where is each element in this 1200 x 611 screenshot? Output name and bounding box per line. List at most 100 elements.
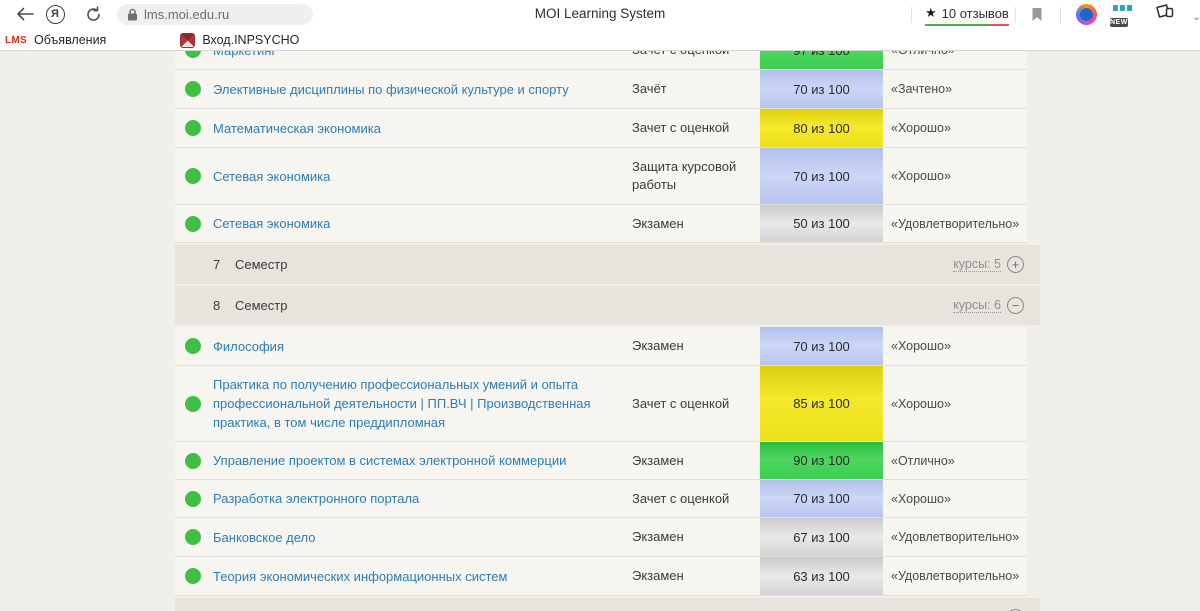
- bookmark-item-inpsycho[interactable]: Вход.INPSYCHO: [174, 29, 305, 51]
- dot-cell: [175, 396, 213, 412]
- exam-type: Экзамен: [632, 337, 760, 355]
- reviews-count: 10 отзывов: [942, 6, 1009, 21]
- courses-count-link[interactable]: курсы: 5: [953, 257, 1001, 272]
- back-button[interactable]: [14, 3, 36, 25]
- lms-page-content: Маркетинг Зачет с оценкой 97 из 100 «Отл…: [0, 51, 1200, 611]
- course-link[interactable]: Управление проектом в системах электронн…: [213, 451, 632, 470]
- course-row: Маркетинг Зачет с оценкой 97 из 100 «Отл…: [175, 51, 1027, 70]
- dot-cell: [175, 51, 213, 58]
- grade-text: «Отлично»: [891, 454, 1027, 468]
- course-link[interactable]: Сетевая экономика: [213, 167, 632, 186]
- yandex-home-button[interactable]: Я: [44, 3, 66, 25]
- extension-new-icon[interactable]: NEW: [1110, 4, 1134, 26]
- semester-row: 9 Семестр (текущий) +: [175, 598, 1040, 611]
- course-link[interactable]: Сетевая экономика: [213, 214, 632, 233]
- course-row: Философия Экзамен 70 из 100 «Хорошо»: [175, 327, 1027, 366]
- site-rating[interactable]: ★ 10 отзывов: [925, 5, 1009, 26]
- grade-text: «Хорошо»: [891, 397, 1027, 411]
- bookmark-flag-button[interactable]: [1026, 3, 1048, 25]
- url-text: lms.moi.edu.ru: [144, 7, 229, 22]
- score-cell: 90 из 100: [760, 442, 883, 479]
- dot-cell: [175, 568, 213, 584]
- bookmark-label: Вход.INPSYCHO: [202, 33, 299, 47]
- course-link[interactable]: Банковское дело: [213, 528, 632, 547]
- new-badge: NEW: [1110, 18, 1128, 27]
- status-dot-icon: [185, 168, 201, 184]
- course-link[interactable]: Философия: [213, 337, 632, 356]
- course-link[interactable]: Математическая экономика: [213, 119, 632, 138]
- status-dot-icon: [185, 396, 201, 412]
- exam-type: Зачёт: [632, 80, 760, 98]
- browser-chrome: Я lms.moi.edu.ru MOI Learning System ★ 1…: [0, 0, 1200, 51]
- grade-text: «Зачтено»: [891, 82, 1027, 96]
- toolbar-divider: [1015, 7, 1016, 23]
- score-cell: 97 из 100: [760, 51, 883, 69]
- status-dot-icon: [185, 338, 201, 354]
- lock-icon: [127, 8, 138, 21]
- course-row: Математическая экономика Зачет с оценкой…: [175, 109, 1027, 148]
- grade-text: «Хорошо»: [891, 339, 1027, 353]
- course-link[interactable]: Элективные дисциплины по физической куль…: [213, 80, 632, 99]
- collections-glove-icon[interactable]: [1152, 3, 1176, 30]
- dot-cell: [175, 453, 213, 469]
- dot-cell: [175, 120, 213, 136]
- course-link[interactable]: Практика по получению профессиональных у…: [213, 375, 632, 432]
- exam-type: Зачет с оценкой: [632, 395, 760, 413]
- grade-text: «Хорошо»: [891, 121, 1027, 135]
- address-bar[interactable]: lms.moi.edu.ru: [117, 4, 313, 25]
- course-row: Сетевая экономика Экзамен 50 из 100 «Удо…: [175, 205, 1027, 243]
- score-cell: 63 из 100: [760, 557, 883, 595]
- courses-count-link[interactable]: курсы: 6: [953, 298, 1001, 313]
- course-row: Разработка электронного портала Зачет с …: [175, 480, 1027, 518]
- semester-row: 8 Семестр курсы: 6 −: [175, 286, 1040, 325]
- status-dot-icon: [185, 120, 201, 136]
- refresh-button[interactable]: [82, 3, 104, 25]
- course-link[interactable]: Теория экономических информационных сист…: [213, 567, 632, 586]
- extension-new-dots: [1110, 5, 1134, 11]
- course-link[interactable]: Разработка электронного портала: [213, 489, 632, 508]
- score-cell: 70 из 100: [760, 327, 883, 365]
- status-dot-icon: [185, 216, 201, 232]
- lms-favicon: LMS: [5, 35, 27, 46]
- dot-cell: [175, 216, 213, 232]
- grade-text: «Хорошо»: [891, 169, 1027, 183]
- score-cell: 67 из 100: [760, 518, 883, 556]
- score-cell: 70 из 100: [760, 480, 883, 517]
- dot-cell: [175, 81, 213, 97]
- status-dot-icon: [185, 51, 201, 58]
- exam-type: Экзамен: [632, 567, 760, 585]
- exam-type: Защита курсовой работы: [632, 158, 760, 194]
- exam-type: Зачет с оценкой: [632, 490, 760, 508]
- expand-icon[interactable]: +: [1007, 256, 1024, 273]
- back-arrow-icon: [16, 7, 34, 21]
- course-link[interactable]: Маркетинг: [213, 51, 632, 60]
- extension-browser-icon[interactable]: [1076, 4, 1097, 25]
- grades-table: Маркетинг Зачет с оценкой 97 из 100 «Отл…: [175, 51, 1040, 611]
- clipped-edge-icon: ⌄: [1192, 10, 1200, 23]
- grade-text: «Удовлетворительно»: [891, 217, 1027, 231]
- course-row: Практика по получению профессиональных у…: [175, 366, 1027, 442]
- course-row: Элективные дисциплины по физической куль…: [175, 70, 1027, 109]
- course-row: Теория экономических информационных сист…: [175, 557, 1027, 596]
- shield-favicon-icon: [180, 33, 195, 48]
- bookmark-label: Объявления: [34, 33, 106, 47]
- yandex-icon: Я: [46, 5, 65, 24]
- semester-controls: курсы: 6 −: [953, 297, 1024, 314]
- exam-type: Экзамен: [632, 528, 760, 546]
- status-dot-icon: [185, 81, 201, 97]
- exam-type: Зачет с оценкой: [632, 51, 760, 59]
- exam-type: Экзамен: [632, 215, 760, 233]
- semester-label: Семестр: [235, 257, 287, 272]
- collapse-icon[interactable]: −: [1007, 297, 1024, 314]
- dot-cell: [175, 168, 213, 184]
- browser-toolbar: Я lms.moi.edu.ru MOI Learning System ★ 1…: [0, 0, 1200, 29]
- course-row: Банковское дело Экзамен 67 из 100 «Удовл…: [175, 518, 1027, 557]
- grade-text: «Отлично»: [891, 51, 1027, 57]
- status-dot-icon: [185, 453, 201, 469]
- toolbar-divider: [1060, 7, 1061, 23]
- dot-cell: [175, 338, 213, 354]
- score-cell: 70 из 100: [760, 70, 883, 108]
- bookmark-item-announcements[interactable]: LMS Объявления: [0, 29, 112, 51]
- semester-row: 7 Семестр курсы: 5 +: [175, 245, 1040, 284]
- bookmarks-bar: LMS Объявления Вход.INPSYCHO: [0, 29, 1200, 51]
